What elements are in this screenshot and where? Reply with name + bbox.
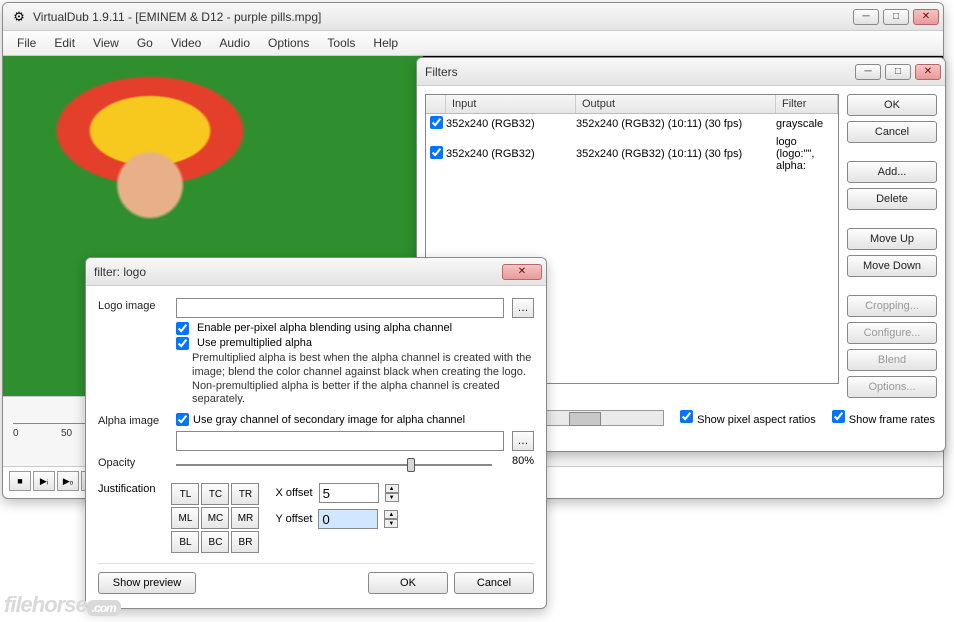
menu-tools[interactable]: Tools — [319, 34, 363, 52]
graych-checkbox[interactable] — [176, 413, 189, 426]
close-button[interactable]: ✕ — [913, 9, 939, 25]
blend-button[interactable]: Blend — [847, 349, 937, 371]
app-icon: ⚙ — [11, 9, 27, 25]
premul-description: Premultiplied alpha is best when the alp… — [192, 352, 532, 407]
filter-row[interactable]: 352x240 (RGB32) 352x240 (RGB32) (10:11) … — [426, 134, 838, 174]
logo-image-label: Logo image — [98, 298, 168, 312]
just-bl[interactable]: BL — [171, 531, 199, 553]
just-br[interactable]: BR — [231, 531, 259, 553]
logo-close-button[interactable]: ✕ — [502, 264, 542, 280]
justification-grid: TL TC TR ML MC MR BL BC BR — [171, 483, 259, 553]
filter-enable-checkbox[interactable] — [430, 146, 443, 159]
yoff-down[interactable]: ▼ — [384, 519, 398, 528]
menu-edit[interactable]: Edit — [46, 34, 83, 52]
logo-ok-button[interactable]: OK — [368, 572, 448, 594]
menu-video[interactable]: Video — [163, 34, 209, 52]
enable-alpha-checkbox[interactable] — [176, 322, 189, 335]
stop-button[interactable]: ■ — [9, 471, 31, 491]
xoffset-label: X offset — [275, 487, 312, 499]
minimize-button[interactable]: ─ — [853, 9, 879, 25]
logo-image-input[interactable] — [176, 298, 504, 318]
logo-browse-button[interactable]: … — [512, 298, 534, 318]
filters-minimize-button[interactable]: ─ — [855, 64, 881, 80]
play-in-button[interactable]: ▶ᵢ — [33, 471, 55, 491]
tick: 0 — [13, 428, 19, 439]
xoff-up[interactable]: ▲ — [385, 484, 399, 493]
watermark: filehorse.com — [4, 592, 121, 618]
configure-button[interactable]: Configure... — [847, 322, 937, 344]
yoffset-input[interactable] — [318, 509, 378, 529]
cancel-button[interactable]: Cancel — [847, 121, 937, 143]
show-aspect-checkbox[interactable]: Show pixel aspect ratios — [680, 410, 816, 426]
cropping-button[interactable]: Cropping... — [847, 295, 937, 317]
filters-close-button[interactable]: ✕ — [915, 64, 941, 80]
just-ml[interactable]: ML — [171, 507, 199, 529]
add-button[interactable]: Add... — [847, 161, 937, 183]
col-output[interactable]: Output — [576, 95, 776, 113]
movedown-button[interactable]: Move Down — [847, 255, 937, 277]
filters-title: Filters — [425, 65, 855, 79]
filters-titlebar: Filters ─ □ ✕ — [417, 58, 945, 86]
logo-filter-dialog: filter: logo ✕ Logo image … Enable per-p… — [85, 257, 547, 609]
ok-button[interactable]: OK — [847, 94, 937, 116]
filters-maximize-button[interactable]: □ — [885, 64, 911, 80]
justification-label: Justification — [98, 483, 155, 495]
logo-title: filter: logo — [94, 265, 502, 279]
window-controls: ─ □ ✕ — [853, 9, 939, 25]
menu-go[interactable]: Go — [129, 34, 161, 52]
just-mr[interactable]: MR — [231, 507, 259, 529]
main-title: VirtualDub 1.9.11 - [EMINEM & D12 - purp… — [33, 10, 853, 24]
logo-cancel-button[interactable]: Cancel — [454, 572, 534, 594]
opacity-slider[interactable] — [176, 455, 492, 475]
xoffset-input[interactable] — [319, 483, 379, 503]
col-input[interactable]: Input — [446, 95, 576, 113]
menu-options[interactable]: Options — [260, 34, 317, 52]
filter-enable-checkbox[interactable] — [430, 116, 443, 129]
col-filter[interactable]: Filter — [776, 95, 838, 113]
logo-titlebar: filter: logo ✕ — [86, 258, 546, 286]
menu-view[interactable]: View — [85, 34, 127, 52]
play-out-button[interactable]: ▶ₒ — [57, 471, 79, 491]
just-tc[interactable]: TC — [201, 483, 229, 505]
delete-button[interactable]: Delete — [847, 188, 937, 210]
moveup-button[interactable]: Move Up — [847, 228, 937, 250]
alpha-image-input[interactable] — [176, 431, 504, 451]
options-button[interactable]: Options... — [847, 376, 937, 398]
opacity-value: 80% — [500, 455, 534, 467]
just-tr[interactable]: TR — [231, 483, 259, 505]
filters-button-column: OK Cancel Add... Delete Move Up Move Dow… — [847, 94, 937, 398]
filter-list-header: Input Output Filter — [426, 95, 838, 114]
opacity-label: Opacity — [98, 455, 168, 469]
filter-row[interactable]: 352x240 (RGB32) 352x240 (RGB32) (10:11) … — [426, 114, 838, 134]
just-mc[interactable]: MC — [201, 507, 229, 529]
menu-audio[interactable]: Audio — [211, 34, 258, 52]
xoff-down[interactable]: ▼ — [385, 493, 399, 502]
show-preview-button[interactable]: Show preview — [98, 572, 196, 594]
yoffset-label: Y offset — [275, 513, 312, 525]
main-titlebar: ⚙ VirtualDub 1.9.11 - [EMINEM & D12 - pu… — [3, 3, 943, 31]
menu-file[interactable]: File — [9, 34, 44, 52]
maximize-button[interactable]: □ — [883, 9, 909, 25]
tick: 50 — [61, 428, 72, 439]
alpha-browse-button[interactable]: … — [512, 431, 534, 451]
menubar: File Edit View Go Video Audio Options To… — [3, 31, 943, 56]
menu-help[interactable]: Help — [365, 34, 406, 52]
premul-alpha-checkbox[interactable] — [176, 337, 189, 350]
just-bc[interactable]: BC — [201, 531, 229, 553]
alpha-image-label: Alpha image — [98, 413, 168, 427]
show-fps-checkbox[interactable]: Show frame rates — [832, 410, 935, 426]
just-tl[interactable]: TL — [171, 483, 199, 505]
yoff-up[interactable]: ▲ — [384, 510, 398, 519]
